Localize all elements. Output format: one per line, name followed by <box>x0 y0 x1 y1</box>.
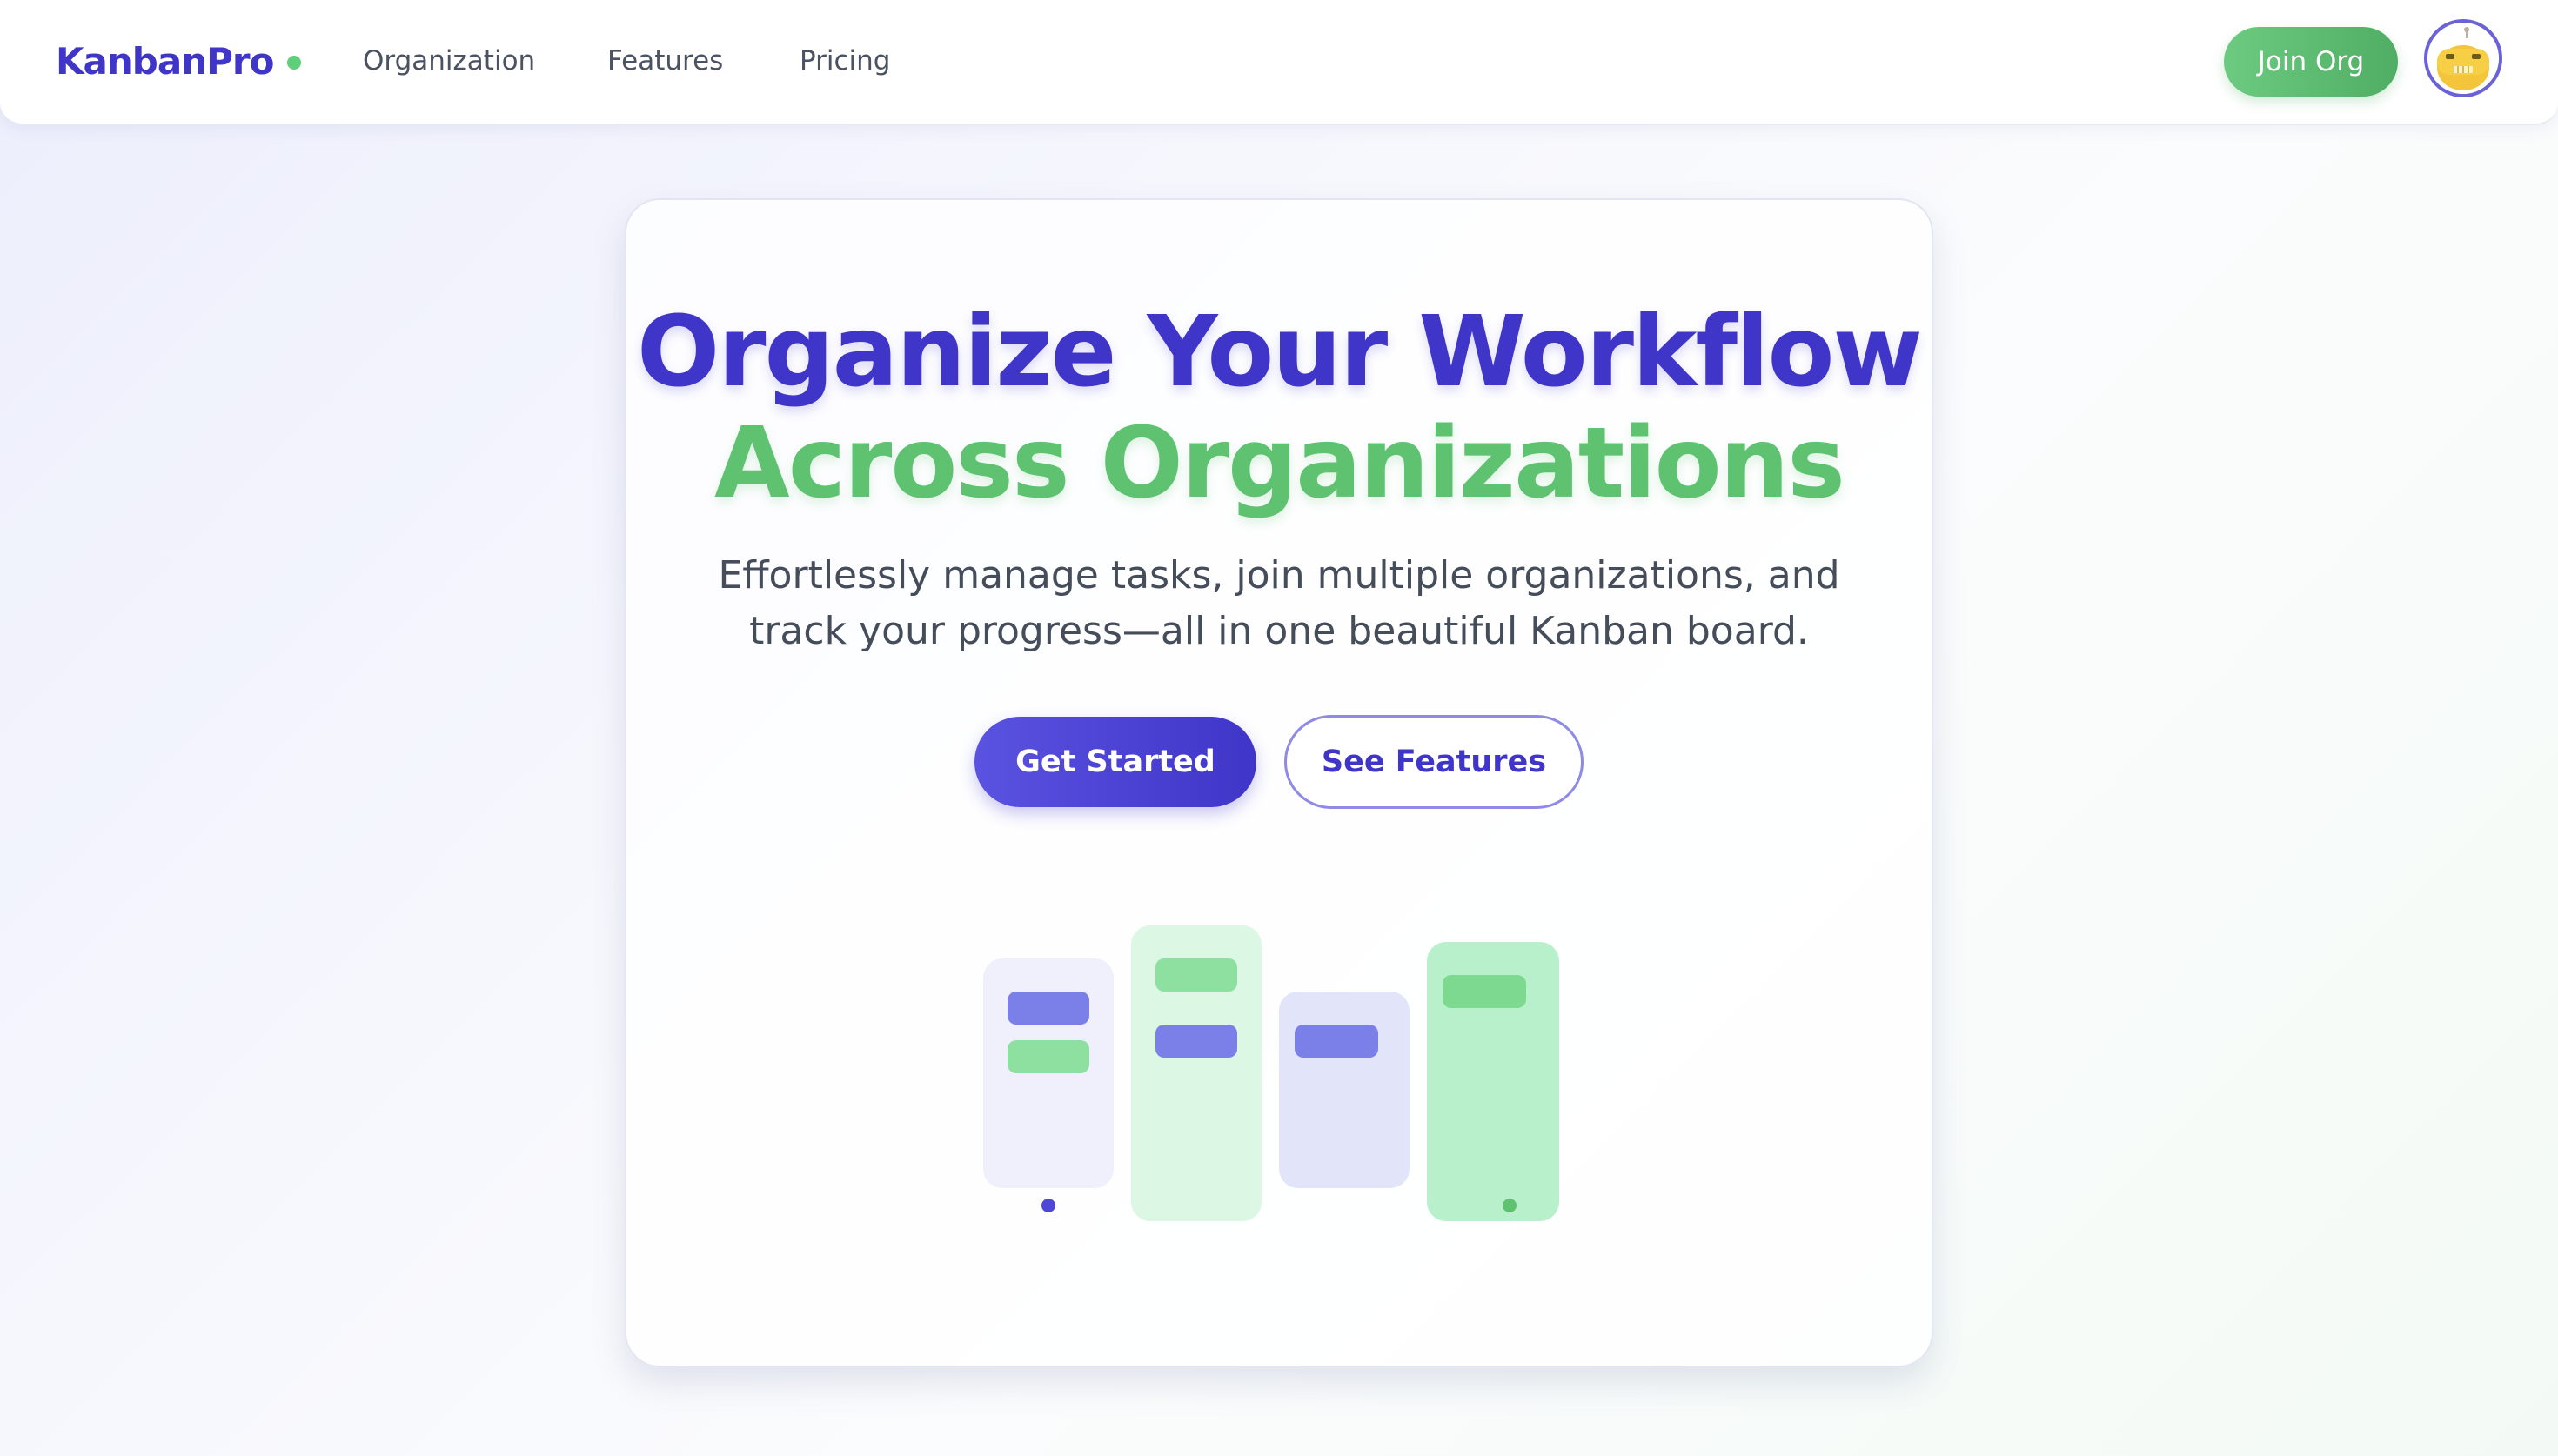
task-card <box>1155 958 1237 992</box>
hero-subtitle: Effortlessly manage tasks, join multiple… <box>0 548 2558 659</box>
hero-subtitle-line1: Effortlessly manage tasks, join multiple… <box>718 553 1840 598</box>
hero-subtitle-line2: track your progress—all in one beautiful… <box>749 609 1809 653</box>
top-nav-bar: KanbanPro Organization Features Pricing … <box>0 0 2558 125</box>
nav-link-organization[interactable]: Organization <box>363 40 535 82</box>
task-card <box>1008 1040 1089 1073</box>
nav-link-features[interactable]: Features <box>607 40 723 82</box>
nav-link-pricing[interactable]: Pricing <box>800 40 891 82</box>
hero-title-line2: Across Organizations <box>714 407 1845 520</box>
user-avatar[interactable] <box>2424 19 2502 97</box>
task-card <box>1443 975 1526 1008</box>
see-features-button[interactable]: See Features <box>1284 715 1584 809</box>
task-card <box>1155 1025 1237 1058</box>
brand-logo[interactable]: KanbanPro <box>56 35 302 87</box>
status-dot-icon <box>1503 1199 1517 1212</box>
join-org-button[interactable]: Join Org <box>2224 27 2398 97</box>
task-card <box>1008 992 1089 1025</box>
robot-avatar-icon <box>2427 23 2499 94</box>
status-dot-icon <box>287 56 302 70</box>
hero-title-line1: Organize Your Workflow <box>637 296 1923 409</box>
task-card <box>1295 1025 1378 1058</box>
status-dot-icon <box>1041 1199 1055 1212</box>
get-started-button[interactable]: Get Started <box>974 717 1256 807</box>
logo-text[interactable]: KanbanPro <box>56 40 274 83</box>
kanban-column <box>1279 992 1410 1188</box>
